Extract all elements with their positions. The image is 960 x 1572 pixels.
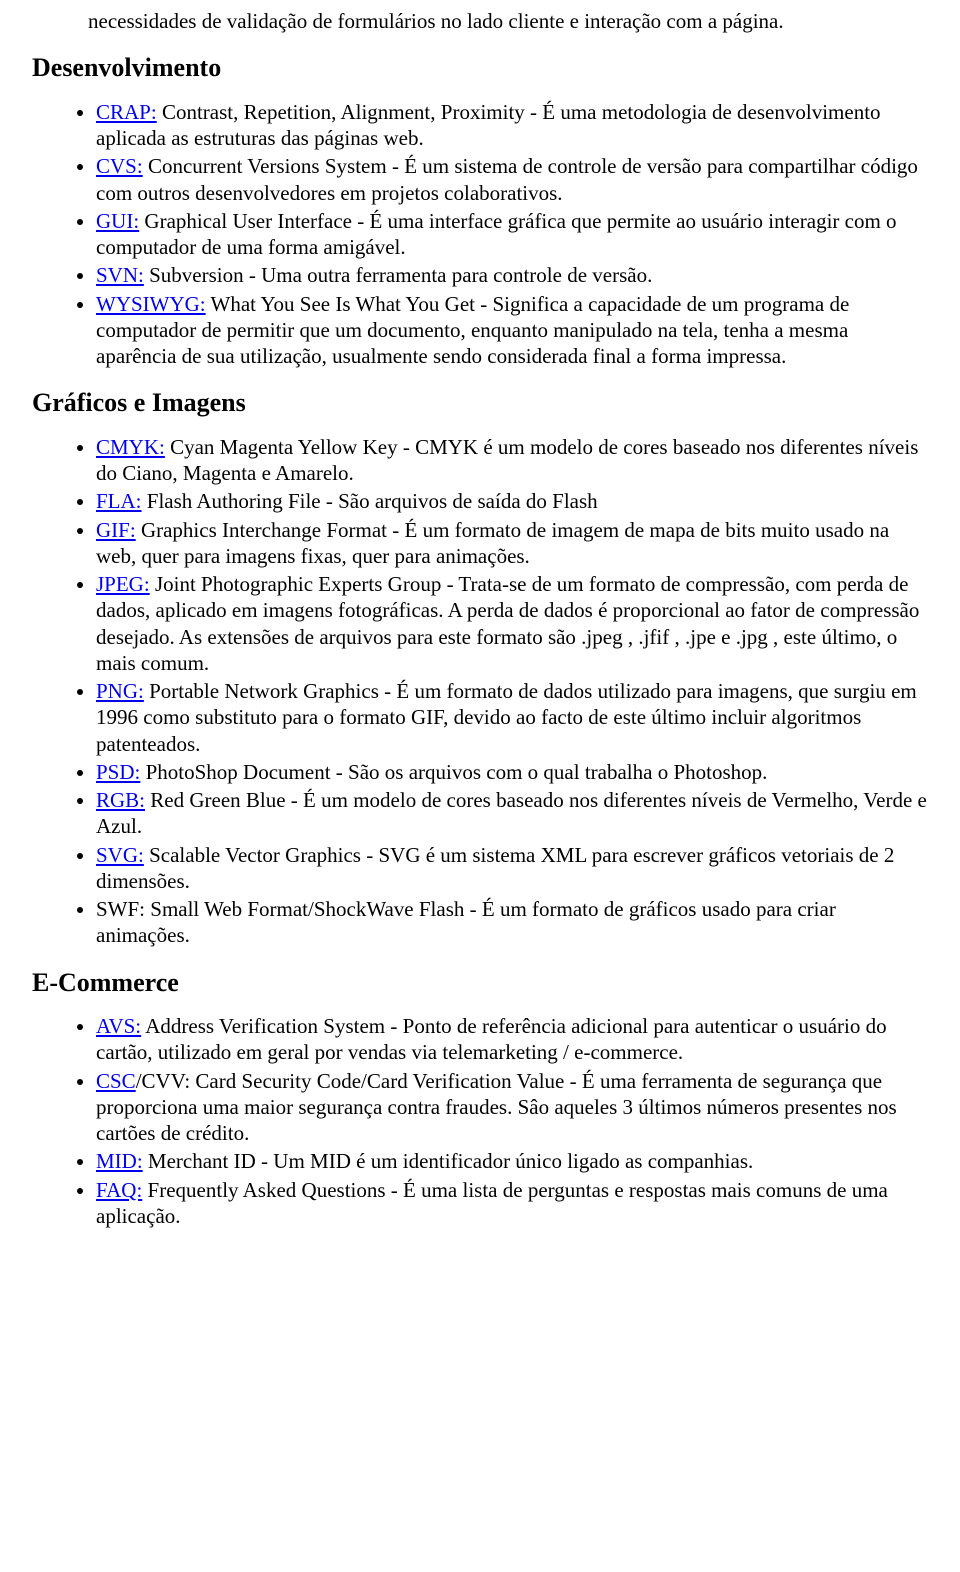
list-item: SWF: Small Web Format/ShockWave Flash - … xyxy=(96,896,928,949)
term-desc: Red Green Blue - É um modelo de cores ba… xyxy=(96,788,927,838)
term-desc: PhotoShop Document - São os arquivos com… xyxy=(140,760,767,784)
list-item: AVS: Address Verification System - Ponto… xyxy=(96,1013,928,1066)
term-desc: Contrast, Repetition, Alignment, Proximi… xyxy=(96,100,881,150)
desenvolvimento-list: CRAP: Contrast, Repetition, Alignment, P… xyxy=(32,99,928,370)
term-link[interactable]: CSC xyxy=(96,1069,136,1093)
section-heading-graficos: Gráficos e Imagens xyxy=(32,387,928,420)
term-desc: Portable Network Graphics - É um formato… xyxy=(96,679,917,756)
term-link[interactable]: WYSIWYG: xyxy=(96,292,206,316)
term-desc: Subversion - Uma outra ferramenta para c… xyxy=(144,263,652,287)
list-item: SVG: Scalable Vector Graphics - SVG é um… xyxy=(96,842,928,895)
term-desc: Graphics Interchange Format - É um forma… xyxy=(96,518,889,568)
term-link[interactable]: SVN: xyxy=(96,263,144,287)
term-link[interactable]: PSD: xyxy=(96,760,140,784)
graficos-list: CMYK: Cyan Magenta Yellow Key - CMYK é u… xyxy=(32,434,928,949)
list-item: SVN: Subversion - Uma outra ferramenta p… xyxy=(96,262,928,288)
term-desc: What You See Is What You Get - Significa… xyxy=(96,292,849,369)
list-item: CSC/CVV: Card Security Code/Card Verific… xyxy=(96,1068,928,1147)
term-link[interactable]: FLA: xyxy=(96,489,142,513)
term-desc: Flash Authoring File - São arquivos de s… xyxy=(142,489,598,513)
term-link[interactable]: CRAP: xyxy=(96,100,157,124)
term-link[interactable]: CVS: xyxy=(96,154,143,178)
list-item: FLA: Flash Authoring File - São arquivos… xyxy=(96,488,928,514)
term-link[interactable]: FAQ: xyxy=(96,1178,142,1202)
list-item: JPEG: Joint Photographic Experts Group -… xyxy=(96,571,928,676)
list-item: CVS: Concurrent Versions System - É um s… xyxy=(96,153,928,206)
term-desc: Concurrent Versions System - É um sistem… xyxy=(96,154,918,204)
term-desc: Scalable Vector Graphics - SVG é um sist… xyxy=(96,843,894,893)
term-link[interactable]: SVG: xyxy=(96,843,144,867)
term-link[interactable]: GIF: xyxy=(96,518,136,542)
list-item: RGB: Red Green Blue - É um modelo de cor… xyxy=(96,787,928,840)
term-desc: Graphical User Interface - É uma interfa… xyxy=(96,209,897,259)
list-item: GUI: Graphical User Interface - É uma in… xyxy=(96,208,928,261)
list-item: WYSIWYG: What You See Is What You Get - … xyxy=(96,291,928,370)
list-item: FAQ: Frequently Asked Questions - É uma … xyxy=(96,1177,928,1230)
term-link[interactable]: MID: xyxy=(96,1149,143,1173)
term-link[interactable]: AVS: xyxy=(96,1014,141,1038)
list-item: CRAP: Contrast, Repetition, Alignment, P… xyxy=(96,99,928,152)
list-item: MID: Merchant ID - Um MID é um identific… xyxy=(96,1148,928,1174)
term-link[interactable]: GUI: xyxy=(96,209,139,233)
ecommerce-list: AVS: Address Verification System - Ponto… xyxy=(32,1013,928,1229)
term-desc: Joint Photographic Experts Group - Trata… xyxy=(96,572,919,675)
term-desc: /CVV: Card Security Code/Card Verificati… xyxy=(96,1069,897,1146)
intro-paragraph: necessidades de validação de formulários… xyxy=(88,8,928,34)
term-link[interactable]: JPEG: xyxy=(96,572,150,596)
term-desc: Frequently Asked Questions - É uma lista… xyxy=(96,1178,888,1228)
term-desc: Address Verification System - Ponto de r… xyxy=(96,1014,887,1064)
section-heading-ecommerce: E-Commerce xyxy=(32,967,928,1000)
term-link[interactable]: CMYK: xyxy=(96,435,165,459)
list-item: PSD: PhotoShop Document - São os arquivo… xyxy=(96,759,928,785)
term-desc: Merchant ID - Um MID é um identificador … xyxy=(143,1149,754,1173)
list-item: GIF: Graphics Interchange Format - É um … xyxy=(96,517,928,570)
list-item: PNG: Portable Network Graphics - É um fo… xyxy=(96,678,928,757)
list-item: CMYK: Cyan Magenta Yellow Key - CMYK é u… xyxy=(96,434,928,487)
term-link[interactable]: PNG: xyxy=(96,679,144,703)
section-heading-desenvolvimento: Desenvolvimento xyxy=(32,52,928,85)
term-link[interactable]: RGB: xyxy=(96,788,145,812)
term-desc: Cyan Magenta Yellow Key - CMYK é um mode… xyxy=(96,435,918,485)
term-desc: SWF: Small Web Format/ShockWave Flash - … xyxy=(96,897,836,947)
